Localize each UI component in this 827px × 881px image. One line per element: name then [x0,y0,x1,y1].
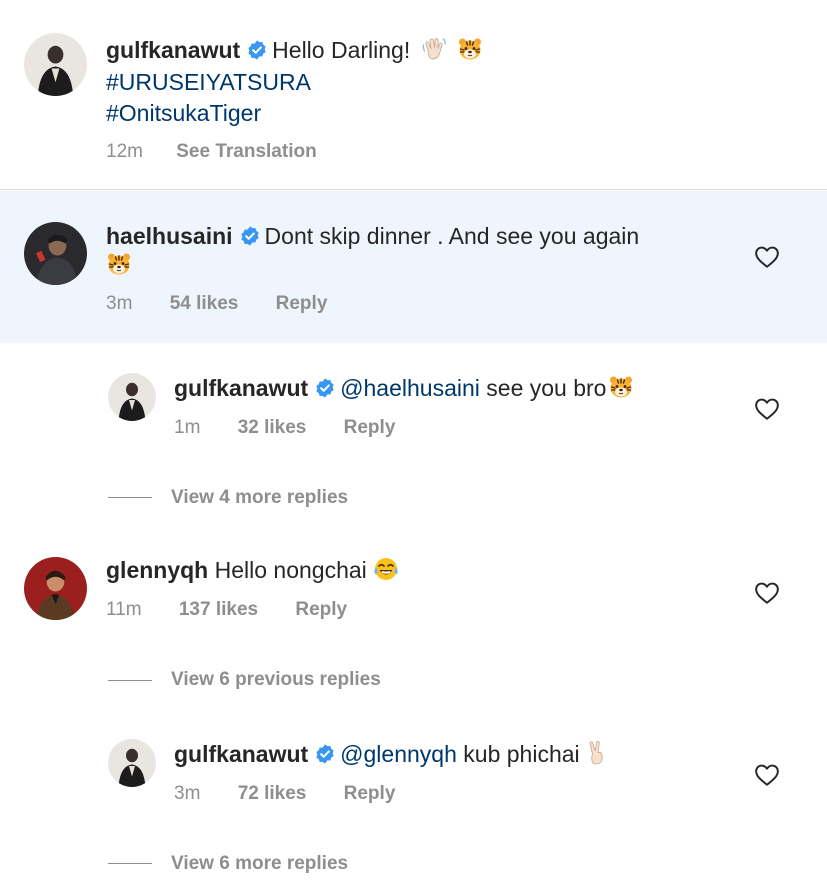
hashtag-link[interactable]: #OnitsukaTiger [106,98,261,128]
username-link[interactable]: gulfkanawut [174,375,308,401]
likes-count-button[interactable]: 137 likes [179,598,258,622]
reply-line: gulfkanawut @glennyqh kub phichai [174,739,610,769]
avatar[interactable] [108,739,156,787]
avatar-image [24,222,87,285]
likes-count-button[interactable]: 72 likes [238,782,307,806]
reply-button[interactable]: Reply [295,598,347,622]
comment-line: glennyqh Hello nongchai [106,555,399,585]
reply-button[interactable]: Reply [276,292,328,316]
reply-line: gulfkanawut @haelhusaini see you bro [174,373,634,403]
avatar-image [24,33,87,96]
avatar-image [108,739,156,787]
username-link[interactable]: glennyqh [106,557,208,583]
view-more-replies-button[interactable]: View 4 more replies [171,486,348,510]
timestamp: 11m [106,599,142,620]
reply-meta: 3m 72 likes Reply [174,782,395,806]
verified-badge-icon [240,226,259,246]
like-heart-icon[interactable] [754,580,780,606]
avatar[interactable] [24,33,87,96]
divider-dash [108,863,152,864]
caption-text: Hello Darling! [272,37,411,63]
waving-hand-icon [421,36,447,62]
comment-line: haelhusaini Dont skip dinner . And see yo… [106,221,639,251]
comment-meta: 3m 54 likes Reply [106,292,327,316]
timestamp: 12m [106,141,143,162]
victory-hand-icon [584,740,610,766]
view-more-replies-button[interactable]: View 6 more replies [171,852,348,876]
likes-count-button[interactable]: 54 likes [170,292,239,316]
comment-text: Hello nongchai [214,557,367,583]
see-translation-button[interactable]: See Translation [176,140,316,164]
timestamp: 3m [106,293,133,314]
comment-text: Dont skip dinner . And see you again [264,223,640,249]
like-heart-icon[interactable] [754,396,780,422]
mention-link[interactable]: @haelhusaini [340,375,480,401]
username-link[interactable]: gulfkanawut [106,37,240,63]
likes-count-button[interactable]: 32 likes [238,416,307,440]
tiger-face-icon [457,36,483,62]
username-link[interactable]: gulfkanawut [174,741,308,767]
hashtag-link[interactable]: #URUSEIYATSURA [106,67,311,97]
avatar[interactable] [24,557,87,620]
tears-of-joy-icon [373,556,399,582]
divider-dash [108,680,152,681]
reply-meta: 1m 32 likes Reply [174,416,395,440]
avatar-image [24,557,87,620]
comment-line-2 [106,250,132,280]
like-heart-icon[interactable] [754,244,780,270]
caption-line: gulfkanawut Hello Darling! [106,35,483,65]
avatar[interactable] [108,373,156,421]
timestamp: 3m [174,783,201,804]
reply-text: see you bro [486,375,607,401]
reply-button[interactable]: Reply [344,416,396,440]
timestamp: 1m [174,417,201,438]
reply-text: kub phichai [463,741,580,767]
view-previous-replies-button[interactable]: View 6 previous replies [171,668,381,692]
comment-meta: 11m 137 likes Reply [106,598,347,622]
verified-badge-icon [248,40,266,60]
username-link[interactable]: haelhusaini [106,223,233,249]
mention-link[interactable]: @glennyqh [340,741,457,767]
like-heart-icon[interactable] [754,762,780,788]
avatar-image [108,373,156,421]
verified-badge-icon [316,744,334,764]
reply-button[interactable]: Reply [344,782,396,806]
tiger-face-icon [106,251,132,277]
verified-badge-icon [316,378,334,398]
divider-dash [108,497,152,498]
avatar[interactable] [24,222,87,285]
tiger-face-icon [608,374,634,400]
caption-meta: 12m See Translation [106,140,317,164]
